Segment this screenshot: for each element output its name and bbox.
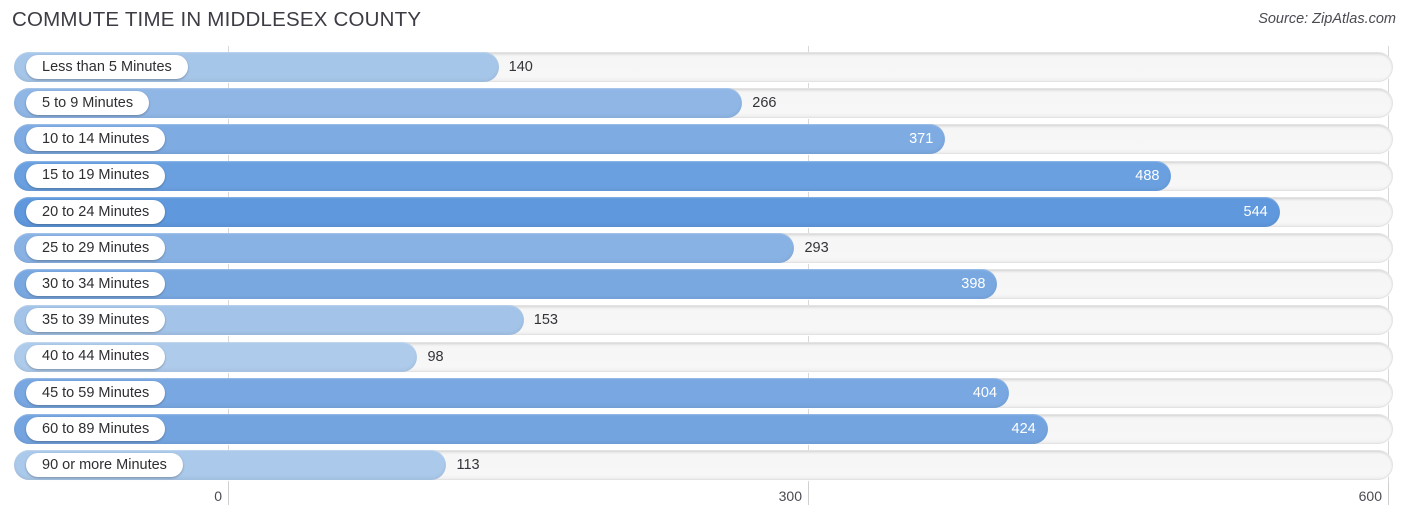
bar-row[interactable]: 60 to 89 Minutes 424 bbox=[14, 414, 1393, 444]
bar-value-label: 544 bbox=[1243, 203, 1268, 220]
bar-value-label: 371 bbox=[909, 131, 934, 148]
bar-value-label: 140 bbox=[508, 59, 533, 75]
bar-row[interactable]: 20 to 24 Minutes 544 bbox=[14, 196, 1393, 227]
bar-value-label: 266 bbox=[752, 95, 777, 112]
bar-category-text: 20 to 24 Minutes bbox=[42, 203, 150, 220]
bar-category-label: 15 to 19 Minutes bbox=[26, 163, 166, 188]
bar-category-text: 30 to 34 Minutes bbox=[42, 275, 150, 292]
bar-value-label: 98 bbox=[427, 348, 444, 365]
page-title: COMMUTE TIME IN MIDDLESEX COUNTY bbox=[12, 8, 422, 31]
bar-row[interactable]: 90 or more Minutes 113 bbox=[14, 450, 1393, 481]
bar-category-text: 5 to 9 Minutes bbox=[42, 94, 134, 111]
x-axis: 0 300 600 bbox=[0, 483, 1406, 522]
bar-row[interactable]: 35 to 39 Minutes 153 bbox=[14, 305, 1393, 336]
bar-value-label: 113 bbox=[456, 457, 480, 474]
bar-row[interactable]: 45 to 59 Minutes 404 bbox=[14, 377, 1393, 408]
bar-category-text: 25 to 29 Minutes bbox=[42, 239, 150, 256]
bar-category-text: 10 to 14 Minutes bbox=[42, 131, 150, 148]
bar-category-text: Less than 5 Minutes bbox=[42, 58, 172, 75]
axis-tick-label: 0 bbox=[214, 488, 222, 504]
axis-tick-label: 300 bbox=[778, 488, 802, 504]
bar-row[interactable]: 5 to 9 Minutes 266 bbox=[14, 88, 1393, 119]
bar-row[interactable]: 10 to 14 Minutes 371 bbox=[14, 124, 1393, 155]
bar-category-label: Less than 5 Minutes bbox=[26, 55, 188, 79]
chart-header: COMMUTE TIME IN MIDDLESEX COUNTY Source:… bbox=[0, 0, 1406, 44]
bar-value-label: 404 bbox=[972, 384, 998, 401]
bar-category-label: 20 to 24 Minutes bbox=[26, 199, 166, 224]
bar-value-label: 153 bbox=[533, 312, 558, 329]
bar-value-label: 293 bbox=[804, 240, 829, 256]
bar-row[interactable]: 15 to 19 Minutes 488 bbox=[14, 160, 1393, 191]
bar-category-label: 30 to 34 Minutes bbox=[26, 272, 166, 297]
bar-fill bbox=[14, 196, 1280, 227]
bar-category-text: 40 to 44 Minutes bbox=[42, 348, 150, 365]
bar-row[interactable]: 40 to 44 Minutes 98 bbox=[14, 341, 1393, 372]
bar-category-label: 35 to 39 Minutes bbox=[26, 308, 166, 333]
bar-value-label: 488 bbox=[1135, 167, 1160, 184]
bar-value-label: 424 bbox=[1011, 421, 1036, 437]
bar-fill bbox=[14, 414, 1048, 444]
bar-category-text: 15 to 19 Minutes bbox=[42, 167, 150, 184]
bar-value-label: 398 bbox=[961, 276, 986, 293]
bar-row[interactable]: 25 to 29 Minutes 293 bbox=[14, 233, 1393, 263]
bar-category-label: 90 or more Minutes bbox=[26, 453, 183, 478]
axis-tick-label: 600 bbox=[1358, 488, 1382, 504]
bar-category-text: 90 or more Minutes bbox=[42, 456, 167, 473]
bar-category-label: 25 to 29 Minutes bbox=[26, 236, 166, 260]
bar-row[interactable]: 30 to 34 Minutes 398 bbox=[14, 269, 1393, 300]
chart-plot-area: Less than 5 Minutes 140 5 to 9 Minutes 266 1… bbox=[0, 46, 1406, 483]
bar-row[interactable]: Less than 5 Minutes 140 bbox=[14, 52, 1393, 82]
bar-category-label: 5 to 9 Minutes bbox=[26, 91, 150, 116]
bar-category-text: 60 to 89 Minutes bbox=[42, 420, 150, 437]
bar-category-label: 60 to 89 Minutes bbox=[26, 417, 166, 441]
bar-category-text: 35 to 39 Minutes bbox=[42, 312, 150, 329]
bar-category-label: 40 to 44 Minutes bbox=[26, 344, 166, 369]
bar-fill bbox=[14, 160, 1172, 191]
bar-category-label: 45 to 59 Minutes bbox=[26, 380, 166, 405]
source-attribution: Source: ZipAtlas.com bbox=[1258, 11, 1396, 27]
bar-category-label: 10 to 14 Minutes bbox=[26, 127, 166, 152]
bar-category-text: 45 to 59 Minutes bbox=[42, 384, 150, 401]
bar-rows: Less than 5 Minutes 140 5 to 9 Minutes 266 1… bbox=[0, 46, 1406, 483]
